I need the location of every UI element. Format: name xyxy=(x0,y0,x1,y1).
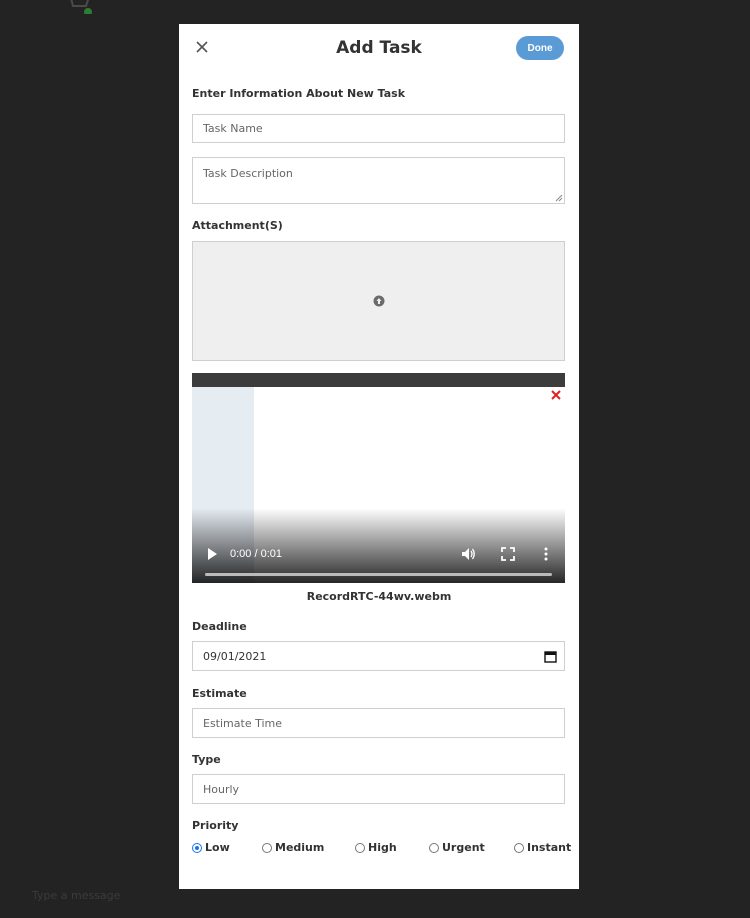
remove-attachment-button[interactable] xyxy=(551,385,561,400)
radio-button[interactable] xyxy=(355,842,365,853)
priority-option-high[interactable]: High xyxy=(355,841,397,854)
video-time: 0:00 / 0:01 xyxy=(230,548,282,560)
video-seek-bar[interactable] xyxy=(205,573,552,576)
calendar-icon[interactable] xyxy=(544,650,557,663)
task-description-placeholder: Task Description xyxy=(203,167,293,180)
priority-option-urgent[interactable]: Urgent xyxy=(429,841,485,854)
priority-option-label: Instant xyxy=(527,841,572,854)
red-x-icon xyxy=(551,390,561,400)
video-frame-browser-bar xyxy=(192,373,565,387)
radio-button[interactable] xyxy=(192,842,202,853)
deadline-label: Deadline xyxy=(192,620,247,633)
type-value: Hourly xyxy=(203,782,240,796)
attachments-label: Attachment(S) xyxy=(192,219,283,232)
task-name-input[interactable]: Task Name xyxy=(192,114,565,143)
cart-icon xyxy=(62,0,92,16)
attachment-dropzone[interactable] xyxy=(192,241,565,361)
priority-option-instant[interactable]: Instant xyxy=(514,841,571,854)
priority-radio-group: Low Medium High Urgent Instant xyxy=(192,841,572,857)
estimate-placeholder: Estimate Time xyxy=(203,716,283,730)
video-player[interactable]: 0:00 / 0:01 xyxy=(192,373,565,583)
estimate-label: Estimate xyxy=(192,687,247,700)
attachment-file-name: RecordRTC-44wv.webm xyxy=(306,590,452,603)
deadline-value: 09/01/2021 xyxy=(203,649,267,663)
fullscreen-icon[interactable] xyxy=(500,546,516,562)
resize-grip-icon[interactable] xyxy=(555,194,563,202)
radio-button[interactable] xyxy=(429,842,439,853)
chat-message-input[interactable]: Type a message xyxy=(0,880,180,912)
done-button[interactable]: Done xyxy=(516,36,564,60)
chat-message-placeholder: Type a message xyxy=(32,889,121,902)
priority-option-low[interactable]: Low xyxy=(192,841,230,854)
cloud-upload-icon xyxy=(373,295,384,307)
priority-option-medium[interactable]: Medium xyxy=(262,841,324,854)
task-name-placeholder: Task Name xyxy=(203,122,263,135)
play-icon[interactable] xyxy=(206,547,218,561)
type-input[interactable]: Hourly xyxy=(192,774,565,804)
add-task-modal: Add Task Done Enter Information About Ne… xyxy=(179,24,579,889)
priority-option-label: High xyxy=(368,841,397,854)
more-options-icon[interactable] xyxy=(540,546,552,562)
radio-button[interactable] xyxy=(262,842,272,853)
radio-button[interactable] xyxy=(514,842,524,853)
deadline-date-input[interactable]: 09/01/2021 xyxy=(192,641,565,671)
estimate-input[interactable]: Estimate Time xyxy=(192,708,565,738)
volume-icon[interactable] xyxy=(460,546,476,562)
priority-option-label: Medium xyxy=(275,841,325,854)
priority-option-label: Urgent xyxy=(442,841,485,854)
priority-label: Priority xyxy=(192,819,239,832)
priority-option-label: Low xyxy=(205,841,230,854)
task-description-textarea[interactable]: Task Description xyxy=(192,157,565,204)
intro-heading: Enter Information About New Task xyxy=(192,87,406,100)
type-label: Type xyxy=(192,753,221,766)
video-controls: 0:00 / 0:01 xyxy=(192,533,565,583)
